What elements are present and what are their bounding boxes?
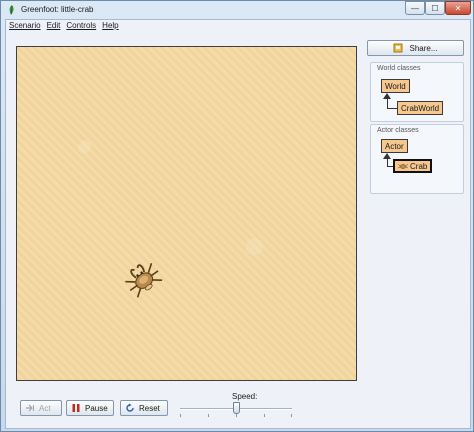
greenfoot-window: Greenfoot: little-crab — ☐ ✕ Scenario Ed… (0, 0, 474, 432)
share-label: Share... (409, 43, 438, 53)
act-button[interactable]: Act (20, 400, 62, 416)
speed-tick (180, 414, 181, 417)
act-step-icon (26, 404, 34, 412)
act-label: Act (39, 403, 51, 413)
client-area: Scenario Edit Controls Help Share... Wor… (5, 19, 471, 429)
window-title: Greenfoot: little-crab (21, 5, 94, 14)
crab-icon[interactable] (121, 257, 165, 301)
menu-controls[interactable]: Controls (65, 20, 97, 32)
reset-label: Reset (139, 403, 160, 413)
speed-tick (264, 414, 265, 417)
class-crab[interactable]: Crab (393, 159, 433, 173)
class-actor-label: Actor (385, 141, 404, 151)
inheritance-arrowhead-world (383, 93, 391, 99)
crab-icon (398, 163, 408, 169)
menu-scenario[interactable]: Scenario (8, 20, 42, 32)
class-actor[interactable]: Actor (381, 139, 408, 153)
class-crab-label: Crab (410, 161, 428, 171)
share-button[interactable]: Share... (367, 40, 464, 56)
maximize-icon: ☐ (431, 3, 439, 13)
share-icon (394, 43, 403, 53)
world-classes-label: World classes (377, 65, 421, 72)
speed-tick (236, 414, 237, 417)
minimize-button[interactable]: — (405, 1, 425, 15)
speed-tick (291, 414, 292, 417)
maximize-button[interactable]: ☐ (425, 1, 445, 15)
close-icon: ✕ (454, 3, 462, 13)
class-crabworld-label: CrabWorld (401, 103, 440, 113)
speed-tick (208, 414, 209, 417)
actor-classes-group: Actor classes Actor Crab (370, 124, 464, 194)
execution-controls: Act Pause Reset Speed: (6, 388, 470, 426)
class-crabworld[interactable]: CrabWorld (397, 101, 444, 115)
class-world[interactable]: World (381, 79, 410, 93)
speed-slider-thumb[interactable] (232, 402, 240, 414)
class-world-label: World (385, 81, 406, 91)
pause-icon (72, 404, 80, 412)
reset-button[interactable]: Reset (120, 400, 168, 416)
close-button[interactable]: ✕ (445, 1, 471, 15)
menu-edit[interactable]: Edit (46, 20, 62, 32)
minimize-icon: — (411, 3, 419, 13)
world-classes-group: World classes World CrabWorld (370, 62, 464, 122)
class-diagram: World classes World CrabWorld Actor clas… (370, 62, 464, 396)
greenfoot-leaf-icon (9, 5, 14, 15)
title-bar[interactable]: Greenfoot: little-crab — ☐ ✕ (1, 1, 473, 19)
menu-bar: Scenario Edit Controls Help (6, 20, 470, 32)
world-canvas[interactable] (16, 46, 357, 381)
menu-help[interactable]: Help (101, 20, 119, 32)
pause-label: Pause (85, 403, 108, 413)
reset-icon (126, 403, 134, 412)
speed-label: Speed: (232, 392, 258, 401)
inheritance-arrowhead-actor (383, 153, 391, 159)
actor-classes-label: Actor classes (377, 127, 419, 134)
pause-button[interactable]: Pause (66, 400, 114, 416)
